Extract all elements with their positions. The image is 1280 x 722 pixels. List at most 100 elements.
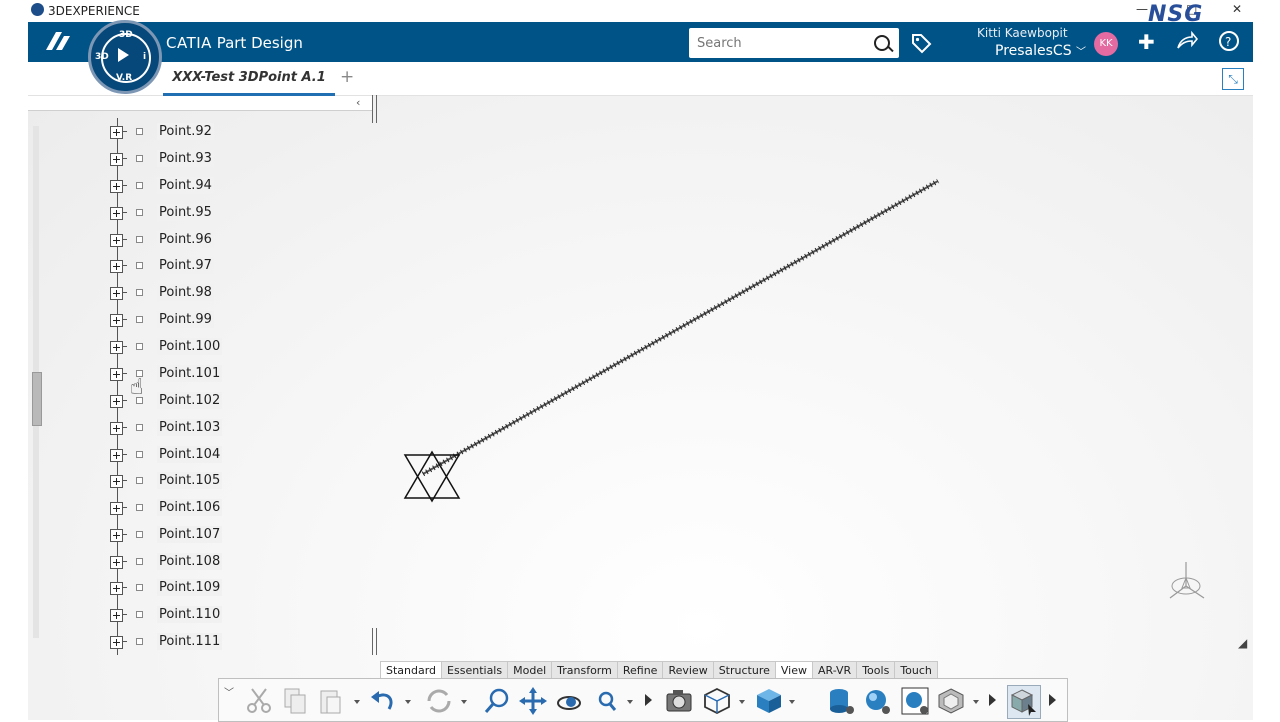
add-content-icon[interactable]: ✚: [1138, 30, 1155, 54]
action-bar: ﹀: [218, 678, 1068, 722]
axis-orientation-icon[interactable]: [1160, 558, 1212, 610]
tree-item-label[interactable]: Point.111: [157, 633, 223, 650]
node-icon: [136, 128, 143, 135]
tree-item-label[interactable]: Point.103: [157, 419, 223, 436]
play-icon[interactable]: [118, 48, 129, 62]
expand-icon[interactable]: [110, 180, 123, 193]
update-icon[interactable]: [423, 685, 455, 717]
tree-item-label[interactable]: Point.105: [157, 472, 223, 489]
tree-item-label[interactable]: Point.95: [157, 204, 214, 221]
chevron-down-icon[interactable]: ﹀: [224, 684, 234, 699]
dassault-logo-icon[interactable]: [42, 28, 74, 59]
user-name[interactable]: Kitti Kaewbopit: [977, 26, 1068, 40]
tree-item-label[interactable]: Point.94: [157, 177, 214, 194]
paste-icon[interactable]: [315, 685, 347, 717]
chevron-left-icon[interactable]: ‹: [356, 96, 360, 109]
add-tab-button[interactable]: +: [340, 67, 354, 87]
node-icon: [136, 531, 143, 538]
expand-icon[interactable]: [110, 395, 123, 408]
expand-icon[interactable]: [110, 207, 123, 220]
tree-item-label[interactable]: Point.102: [157, 392, 223, 409]
copy-icon[interactable]: [279, 685, 311, 717]
model-dropdown-icon[interactable]: [973, 700, 979, 704]
collapse-icon[interactable]: ⤡: [1222, 68, 1244, 90]
expand-icon[interactable]: [110, 475, 123, 488]
pan-icon[interactable]: [517, 685, 549, 717]
app-name: Part Design: [216, 34, 303, 52]
expand-icon[interactable]: [110, 502, 123, 515]
more-arrow-icon[interactable]: [645, 694, 652, 706]
expand-icon[interactable]: [110, 582, 123, 595]
expand-icon[interactable]: [110, 449, 123, 462]
render-icon[interactable]: [861, 685, 893, 717]
shading-icon[interactable]: [753, 685, 785, 717]
expand-icon[interactable]: [110, 609, 123, 622]
view-mode-dropdown-icon[interactable]: [739, 700, 745, 704]
expand-icon[interactable]: [110, 529, 123, 542]
search-icon[interactable]: [874, 35, 890, 51]
tree-item-label[interactable]: Point.96: [157, 231, 214, 248]
search-icon[interactable]: [591, 685, 623, 717]
expand-icon[interactable]: [110, 260, 123, 273]
more-arrow-icon[interactable]: [989, 694, 996, 706]
tree-scroll-thumb[interactable]: [32, 372, 42, 426]
rotate-icon[interactable]: [553, 685, 585, 717]
expand-icon[interactable]: [110, 341, 123, 354]
model-icon[interactable]: [935, 685, 967, 717]
database-icon[interactable]: [825, 685, 857, 717]
tree-item-label[interactable]: Point.99: [157, 311, 214, 328]
tree-item-label[interactable]: Point.109: [157, 579, 223, 596]
view-mode-icon[interactable]: [701, 685, 733, 717]
more-arrow-icon[interactable]: [1049, 694, 1056, 706]
expand-icon[interactable]: [110, 153, 123, 166]
cube-select-icon[interactable]: [1007, 685, 1041, 719]
panel-splitter[interactable]: [372, 95, 377, 123]
expand-icon[interactable]: [110, 368, 123, 381]
tree-item-label[interactable]: Point.101: [157, 365, 223, 382]
undo-dropdown-icon[interactable]: [405, 700, 411, 704]
tree-item-label[interactable]: Point.100: [157, 338, 223, 355]
paste-dropdown-icon[interactable]: [354, 700, 360, 704]
search-input[interactable]: [689, 28, 869, 58]
cut-icon[interactable]: [243, 685, 275, 717]
tree-item-label[interactable]: Point.110: [157, 606, 223, 623]
panel-splitter-bottom[interactable]: [372, 628, 377, 655]
axis-star-icon: [403, 450, 461, 503]
tenant-name[interactable]: PresalesCS ﹀: [995, 43, 1086, 59]
avatar[interactable]: KK: [1094, 32, 1118, 56]
corner-arrow-icon[interactable]: ◢: [1238, 636, 1247, 650]
tree-item-label[interactable]: Point.106: [157, 499, 223, 516]
node-icon: [136, 504, 143, 511]
tree-item-label[interactable]: Point.93: [157, 150, 214, 167]
minimize-icon[interactable]: —: [1136, 2, 1148, 16]
app-title: CATIA Part Design: [166, 34, 303, 52]
zoom-icon[interactable]: [481, 685, 513, 717]
undo-icon[interactable]: [367, 685, 399, 717]
environment-icon[interactable]: [899, 685, 931, 717]
expand-icon[interactable]: [110, 556, 123, 569]
tab-document[interactable]: XXX-Test 3DPoint A.1: [163, 70, 335, 96]
tree-item-label[interactable]: Point.104: [157, 446, 223, 463]
tree-item-label[interactable]: Point.92: [157, 123, 214, 140]
shading-dropdown-icon[interactable]: [789, 700, 795, 704]
expand-icon[interactable]: [110, 636, 123, 649]
expand-icon[interactable]: [110, 314, 123, 327]
compass[interactable]: 3D 3D i V.R: [88, 20, 162, 94]
tree-item-label[interactable]: Point.98: [157, 284, 214, 301]
capture-icon[interactable]: [663, 685, 695, 717]
expand-icon[interactable]: [110, 126, 123, 139]
update-dropdown-icon[interactable]: [461, 700, 467, 704]
share-icon[interactable]: [1176, 30, 1199, 55]
close-icon[interactable]: ✕: [1232, 2, 1242, 16]
chevron-down-icon: ﹀: [1076, 47, 1087, 58]
expand-icon[interactable]: [110, 287, 123, 300]
tree-item-label[interactable]: Point.107: [157, 526, 223, 543]
node-icon: [136, 316, 143, 323]
search-dropdown-icon[interactable]: [627, 700, 633, 704]
expand-icon[interactable]: [110, 422, 123, 435]
help-icon[interactable]: ?: [1218, 30, 1240, 57]
tag-icon[interactable]: [910, 32, 932, 59]
tree-item-label[interactable]: Point.108: [157, 553, 223, 570]
expand-icon[interactable]: [110, 234, 123, 247]
tree-item-label[interactable]: Point.97: [157, 257, 214, 274]
